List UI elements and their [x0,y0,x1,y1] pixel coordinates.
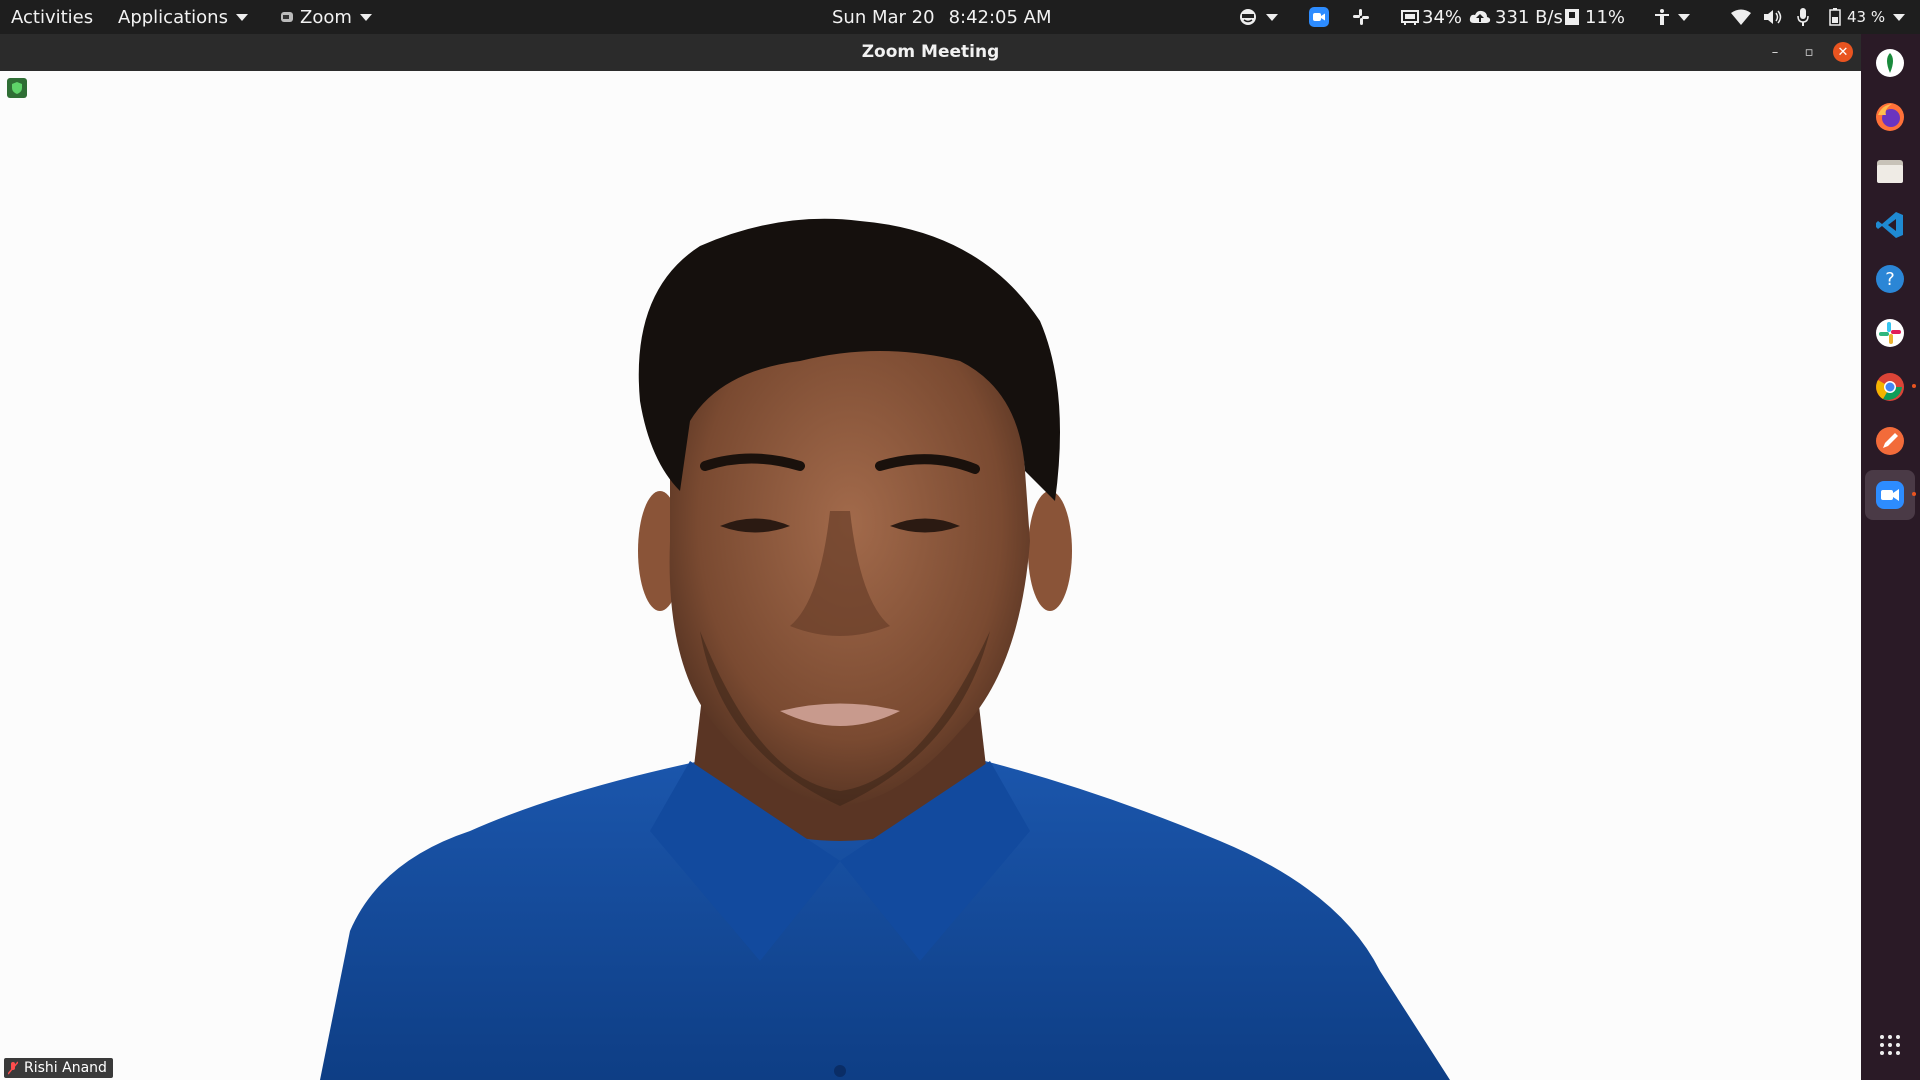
cpu-usage: 34% [1422,6,1463,28]
zoom-tray-indicator[interactable] [1308,0,1330,34]
speaker-icon [1764,10,1782,24]
restore-button[interactable]: ▫ [1799,42,1819,62]
chevron-down-icon [1266,13,1278,21]
emoji-indicator[interactable] [1238,0,1278,34]
close-button[interactable]: ✕ [1833,42,1853,62]
vscode-icon [1876,212,1903,238]
zoom-camera-icon [1876,481,1904,509]
window-titlebar[interactable]: Zoom Meeting – ▫ ✕ [0,34,1861,71]
svg-text:?: ? [1885,269,1895,290]
microphone-indicator[interactable] [1797,0,1809,34]
dock-item-files[interactable] [1865,146,1915,196]
firefox-icon [1876,103,1904,131]
time-label: 8:42:05 AM [948,6,1052,28]
dock-item-chrome[interactable] [1865,362,1916,412]
dock-item-help[interactable]: ? [1865,254,1915,304]
microphone-icon [1797,8,1809,26]
help-icon: ? [1876,265,1904,293]
memory-indicator[interactable]: 11% [1564,0,1625,34]
shirt-button [834,1065,846,1077]
chevron-down-icon [1893,13,1906,21]
applications-menu[interactable]: Applications [118,0,248,34]
cpu-icon [1401,10,1419,25]
activities-label: Activities [11,6,94,28]
dock-item-map-app[interactable] [1865,38,1915,88]
zoom-camera-icon [1309,7,1329,27]
zoom-app-icon [281,12,293,22]
participant-video [320,218,1450,1080]
network-speed-indicator[interactable]: 331 B/s [1469,0,1563,34]
network-speed: 331 B/s [1495,6,1563,28]
grid-icon [1880,1035,1900,1055]
chevron-down-icon [359,13,372,21]
cloud-upload-icon [1469,10,1491,23]
dock-item-vscode[interactable] [1865,200,1915,250]
dock: ? [1861,34,1920,1080]
dock-show-applications[interactable] [1865,1020,1915,1070]
app-menu-label: Zoom [300,6,352,28]
clock[interactable]: Sun Mar 20 8:42:05 AM [832,0,1052,34]
wifi-icon [1731,9,1751,25]
memory-icon [1565,9,1579,25]
battery-icon [1829,8,1841,26]
top-panel: Activities Applications Zoom Sun Mar 20 … [0,0,1920,34]
slack-icon [1353,9,1369,25]
map-pin-icon [1876,49,1904,77]
app-menu-zoom[interactable]: Zoom [280,0,372,34]
accessibility-icon [1655,9,1669,25]
date-label: Sun Mar 20 [832,6,935,28]
volume-indicator[interactable] [1763,0,1783,34]
activities-button[interactable]: Activities [11,0,93,34]
dock-item-firefox[interactable] [1865,92,1915,142]
pen-icon [1876,427,1904,455]
window-title: Zoom Meeting [861,42,1000,62]
battery-indicator[interactable]: 43 % [1829,0,1906,34]
slack-icon [1876,319,1904,347]
applications-label: Applications [118,6,228,28]
close-icon: ✕ [1837,44,1849,60]
slack-tray-indicator[interactable] [1352,0,1370,34]
minimize-button[interactable]: – [1765,42,1785,62]
video-area[interactable]: Rishi Anand [0,71,1861,1080]
chrome-icon [1876,373,1904,401]
running-indicator [1912,492,1916,496]
wifi-indicator[interactable] [1731,0,1751,34]
restore-icon: ▫ [1804,44,1814,60]
cpu-indicator[interactable]: 34% [1400,0,1462,34]
mic-muted-icon [8,1061,18,1075]
right-ear [1028,491,1072,611]
dock-item-slack[interactable] [1865,308,1915,358]
minimize-icon: – [1771,44,1779,60]
dock-item-editor[interactable] [1865,416,1915,466]
participant-name-badge: Rishi Anand [4,1058,113,1078]
participant-name: Rishi Anand [24,1060,107,1076]
sunglasses-face-icon [1240,9,1256,25]
running-indicator [1912,384,1916,388]
battery-percent: 43 % [1847,8,1886,26]
dock-item-zoom[interactable] [1865,470,1916,520]
memory-usage: 11% [1585,6,1626,28]
chevron-down-icon [1678,13,1690,21]
accessibility-menu[interactable] [1654,0,1690,34]
chevron-down-icon [235,13,248,21]
folder-icon [1877,160,1903,183]
